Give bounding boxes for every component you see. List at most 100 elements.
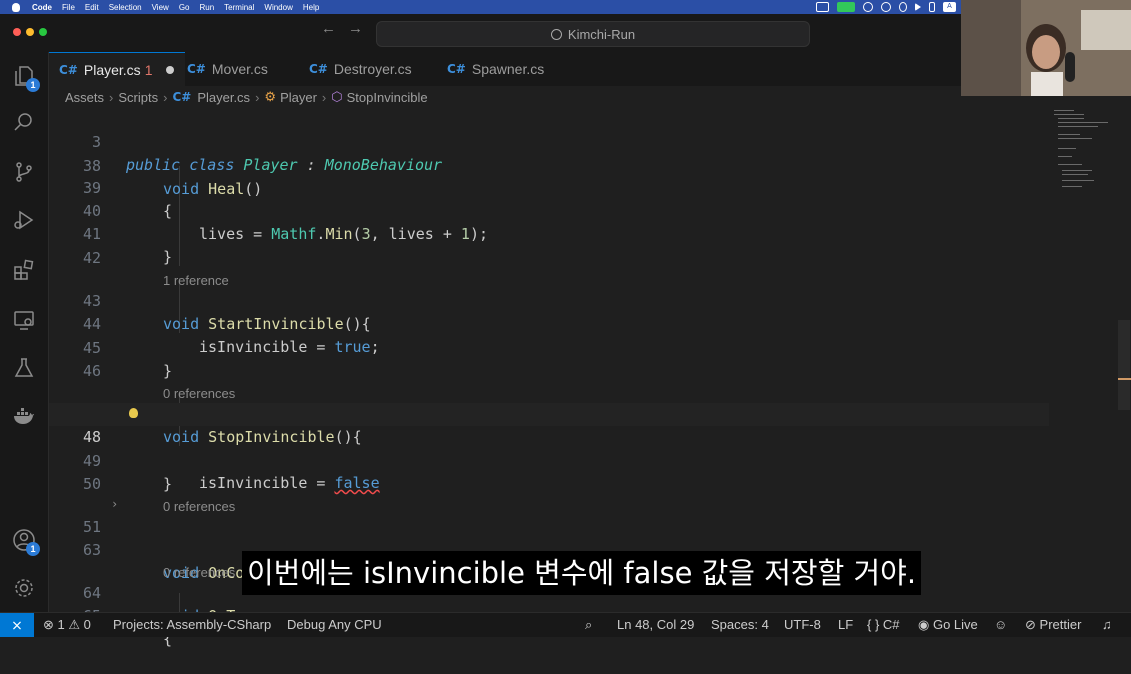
tab-player-cs[interactable]: C# Player.cs 1 <box>49 52 185 87</box>
tab-mover-cs[interactable]: C# Mover.cs <box>187 52 268 86</box>
current-code-line[interactable]: 48 isInvincible = false <box>49 403 1049 492</box>
command-center-search[interactable]: Kimchi-Run <box>376 21 810 47</box>
breadcrumb-item[interactable]: Scripts <box>118 90 158 105</box>
eol-status[interactable]: LF <box>838 617 853 632</box>
bluetooth-icon[interactable] <box>929 2 935 12</box>
apple-icon[interactable] <box>12 2 20 12</box>
code-line[interactable]: 43 void StartInvincible(){ <box>49 267 1049 333</box>
accounts-icon[interactable]: 1 <box>12 528 40 556</box>
menu-terminal[interactable]: Terminal <box>224 3 254 12</box>
code-line[interactable]: 47 void StopInvincible(){ <box>49 380 1049 446</box>
breadcrumb-item[interactable]: Player.cs <box>197 90 250 105</box>
search-icon <box>550 28 562 40</box>
csharp-file-icon: C# <box>447 62 466 76</box>
encoding-status[interactable]: UTF-8 <box>784 617 821 632</box>
breadcrumb-item[interactable]: Player <box>280 90 317 105</box>
menu-edit[interactable]: Edit <box>85 3 99 12</box>
menu-run[interactable]: Run <box>199 3 214 12</box>
remote-indicator-icon[interactable]: ⨯ <box>0 613 34 637</box>
minimap-line <box>1058 118 1084 119</box>
explorer-icon[interactable]: 1 <box>12 64 40 92</box>
notifications-bell-icon[interactable]: ♫ <box>1102 617 1112 632</box>
vertical-scrollbar[interactable] <box>1118 320 1130 410</box>
tab-label: Mover.cs <box>211 61 268 77</box>
code-line[interactable]: 3 public class Player : MonoBehaviour <box>49 108 1049 174</box>
close-window-button[interactable] <box>13 28 21 36</box>
minimap-line <box>1054 114 1084 115</box>
code-line[interactable]: 42 <box>49 224 1049 267</box>
tab-spawner-cs[interactable]: C# Spawner.cs <box>447 52 544 86</box>
forward-arrow-icon[interactable]: → <box>348 20 363 37</box>
menu-file[interactable]: File <box>62 3 75 12</box>
code-line[interactable]: 49 } <box>49 427 1049 493</box>
chevron-right-icon[interactable]: › <box>111 493 118 516</box>
accounts-badge: 1 <box>26 542 40 556</box>
source-control-icon[interactable] <box>12 160 36 184</box>
lightbulb-icon[interactable] <box>129 408 138 418</box>
language-label: C# <box>882 617 900 632</box>
indentation-status[interactable]: Spaces: 4 <box>711 617 769 632</box>
breadcrumb-item[interactable]: Assets <box>65 90 104 105</box>
code-editor[interactable]: 3 public class Player : MonoBehaviour 38… <box>49 108 1049 648</box>
code-line[interactable]: 50 <box>49 450 1049 493</box>
chatgpt-icon[interactable] <box>863 2 873 12</box>
grammarly-icon[interactable] <box>881 2 891 12</box>
input-source-icon[interactable]: A <box>943 2 956 12</box>
prettier-status[interactable]: ⊘ Prettier <box>1025 617 1081 633</box>
error-count: 1 <box>57 617 65 632</box>
remote-explorer-icon[interactable] <box>12 308 36 332</box>
minimap-line <box>1054 110 1074 111</box>
menu-view[interactable]: View <box>152 3 169 12</box>
tab-destroyer-cs[interactable]: C# Destroyer.cs <box>309 52 412 86</box>
back-arrow-icon[interactable]: ← <box>321 20 336 37</box>
unsaved-dot-icon[interactable] <box>166 66 175 74</box>
settings-gear-icon[interactable] <box>12 576 36 600</box>
code-lens[interactable]: 1 reference <box>49 246 1049 288</box>
menubar-status-icons: A <box>816 0 956 14</box>
code-lens[interactable]: 0 references <box>49 472 1049 514</box>
facetime-icon[interactable] <box>837 2 855 12</box>
minimap[interactable] <box>1050 108 1116 208</box>
volume-icon[interactable] <box>915 3 921 11</box>
code-lens[interactable]: 0 references <box>49 359 1049 401</box>
code-line[interactable]: 45 } <box>49 314 1049 380</box>
presenter-video-icon <box>961 0 1131 96</box>
problems-status[interactable]: ⊗ 1 ⚠ 0 <box>43 617 91 633</box>
code-line[interactable]: 40 lives = Mathf.Min(3, lives + 1); <box>49 177 1049 243</box>
zoom-window-button[interactable] <box>39 28 47 36</box>
debug-config-status[interactable]: Debug Any CPU <box>287 617 382 632</box>
search-icon[interactable] <box>12 110 36 134</box>
project-status[interactable]: Projects: Assembly-CSharp <box>113 617 271 632</box>
menu-go[interactable]: Go <box>179 3 190 12</box>
tab-label: Player.cs <box>83 62 141 78</box>
extensions-icon[interactable] <box>12 258 36 282</box>
tab-problem-count: 1 <box>144 62 153 78</box>
minimize-window-button[interactable] <box>26 28 34 36</box>
code-line[interactable]: 51 › void OnCollisionEnter2D(Collision2D… <box>49 493 1049 582</box>
menu-selection[interactable]: Selection <box>109 3 142 12</box>
chevron-right-icon: › <box>255 89 260 105</box>
code-line[interactable]: 41 } <box>49 200 1049 266</box>
minimap-line <box>1058 134 1080 135</box>
minimap-line <box>1062 186 1082 187</box>
tab-label: Destroyer.cs <box>333 61 412 77</box>
menu-help[interactable]: Help <box>303 3 319 12</box>
zoom-icon[interactable]: ⌕ <box>585 617 592 633</box>
keyboard-brightness-icon[interactable] <box>899 2 907 12</box>
run-debug-icon[interactable] <box>12 208 36 232</box>
menu-window[interactable]: Window <box>264 3 292 12</box>
go-live-button[interactable]: ◉ Go Live <box>918 617 978 633</box>
code-line[interactable]: 44 isInvincible = true; <box>49 290 1049 356</box>
language-mode[interactable]: { } C# <box>867 617 900 632</box>
cursor-position[interactable]: Ln 48, Col 29 <box>617 617 694 632</box>
code-line[interactable]: 38 void Heal() <box>49 132 1049 198</box>
testing-flask-icon[interactable] <box>12 356 36 380</box>
screen-record-icon[interactable] <box>816 2 829 12</box>
copilot-icon[interactable]: ☺ <box>994 617 1007 632</box>
code-line[interactable]: 46 <box>49 337 1049 380</box>
menu-app-name[interactable]: Code <box>32 3 52 12</box>
docker-icon[interactable] <box>12 404 36 428</box>
breadcrumb-item[interactable]: StopInvincible <box>347 90 428 105</box>
code-line[interactable]: 63 <box>49 516 1049 559</box>
code-line[interactable]: 39 { <box>49 154 1049 220</box>
